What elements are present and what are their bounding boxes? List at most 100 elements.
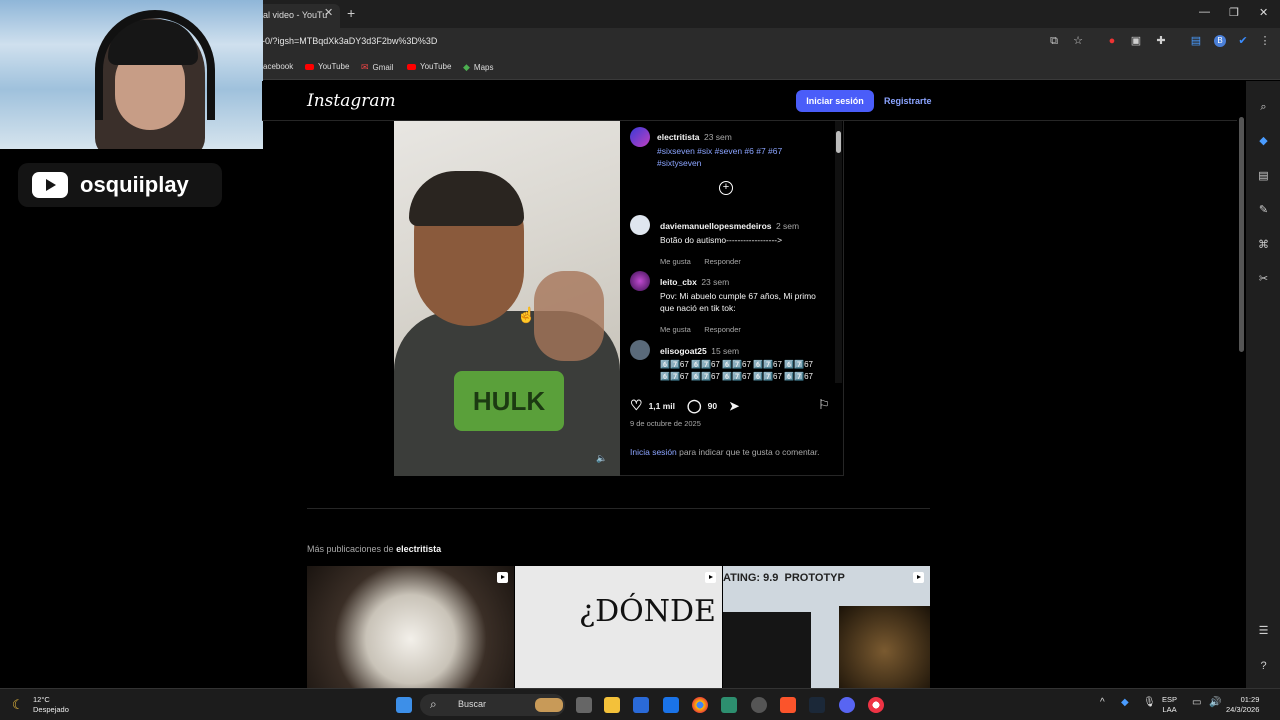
signup-button[interactable]: Registrarte <box>884 90 932 112</box>
extensions-puzzle-icon[interactable]: ✚ <box>1155 35 1167 47</box>
thumbnail-panel <box>839 606 930 688</box>
post-thumbnail[interactable]: ATING: 9.9 PROTOTYP <box>723 566 930 688</box>
comment-like-button[interactable]: Me gusta <box>660 325 691 334</box>
comment-avatar[interactable] <box>630 271 650 291</box>
minimize-icon[interactable]: — <box>1199 6 1210 18</box>
customize-icon[interactable]: ☰ <box>1257 625 1270 638</box>
likes-count[interactable]: 1,1 mil <box>649 401 675 411</box>
caption-hashtags[interactable]: #sixseven #six #seven #6 #7 #67 #sixtyse… <box>657 145 827 169</box>
clock[interactable]: 01:29 24/3/2026 <box>1226 695 1259 715</box>
bookmark-icon[interactable]: ⚐ <box>818 397 830 413</box>
moon-weather-icon: ☾ <box>12 697 24 712</box>
channel-name: osquiiplay <box>80 172 189 197</box>
outlook-icon[interactable] <box>663 697 679 713</box>
bookmark-youtube[interactable]: YouTube <box>305 62 349 71</box>
comment-text: Botão do autismo------------------> <box>660 235 783 245</box>
comment-avatar[interactable] <box>630 340 650 360</box>
comment-reply-button[interactable]: Responder <box>704 257 741 266</box>
comment-username[interactable]: elisogoat25 <box>660 346 707 356</box>
bookmark-label: acebook <box>263 62 294 71</box>
sidebar-toggle-icon[interactable]: ▤ <box>1190 35 1202 47</box>
comment-username[interactable]: daviemanuellopesmedeiros <box>660 221 772 231</box>
instagram-header: Instagram Iniciar sesión Registrarte <box>262 81 1237 121</box>
tray-chevron-icon[interactable]: ^ <box>1100 697 1105 708</box>
browser-icon[interactable] <box>868 697 884 713</box>
shield-icon[interactable]: ✔ <box>1237 35 1249 47</box>
star-icon[interactable]: ☆ <box>1072 35 1084 47</box>
search-highlight-icon[interactable] <box>535 698 563 712</box>
bookmark-maps[interactable]: ◆ Maps <box>463 62 493 73</box>
post-thumbnail[interactable] <box>307 566 514 688</box>
lang-bottom: LAA <box>1162 705 1177 714</box>
profile-avatar-icon[interactable]: B <box>1214 35 1226 47</box>
heart-icon[interactable]: ♡ <box>630 397 643 414</box>
comment-text: 6️⃣7️⃣67 6️⃣7️⃣67 6️⃣7️⃣67 6️⃣7️⃣67 6️⃣7… <box>660 360 813 381</box>
post-video[interactable]: HULK 🔈 <box>394 121 620 476</box>
author-username[interactable]: electritista <box>657 132 700 142</box>
post-date: 9 de octubre de 2025 <box>630 419 701 428</box>
volume-tray-icon[interactable]: 🔊 <box>1209 697 1221 708</box>
volume-icon[interactable]: 🔈 <box>596 453 607 464</box>
new-tab-icon[interactable]: + <box>347 5 355 21</box>
bookmark-facebook[interactable]: acebook <box>263 62 293 71</box>
tray-app-icon[interactable]: ◆ <box>1121 697 1129 708</box>
page-scrollbar-thumb[interactable] <box>1239 117 1244 352</box>
close-icon[interactable]: ✕ <box>1259 6 1268 19</box>
bookmark-label: YouTube <box>318 62 350 71</box>
start-icon[interactable] <box>396 697 412 713</box>
app-icon[interactable] <box>721 697 737 713</box>
network-icon[interactable]: ▭ <box>1192 697 1201 708</box>
weather-widget[interactable]: 12°C Despejado <box>33 695 69 715</box>
page-scrollbar[interactable] <box>1237 81 1246 688</box>
comment-icon[interactable]: ◯ <box>687 398 702 414</box>
help-icon[interactable]: ? <box>1257 660 1270 673</box>
menu-dots-icon[interactable]: ⋮ <box>1259 35 1271 47</box>
reading-icon[interactable]: ▤ <box>1257 170 1270 183</box>
close-tab-icon[interactable]: ✕ <box>324 6 333 19</box>
extension-red-icon[interactable]: ● <box>1106 35 1118 47</box>
comment-username[interactable]: leito_cbx <box>660 277 697 287</box>
search-sidebar-icon[interactable]: ⌕ <box>1257 101 1270 114</box>
games-icon[interactable]: ⌘ <box>1257 239 1270 252</box>
login-prompt: Inicia sesión para indicar que te gusta … <box>630 446 820 458</box>
author-avatar[interactable] <box>630 127 650 147</box>
notes-icon[interactable]: ✎ <box>1257 204 1270 217</box>
instagram-logo[interactable]: Instagram <box>307 91 396 111</box>
search-placeholder: Buscar <box>458 699 487 709</box>
url-field[interactable]: -0/?igsh=MTBqdXk3aDY3d3F2bw%3D%3D <box>262 36 437 46</box>
comment-reply-button[interactable]: Responder <box>704 325 741 334</box>
clock-time: 01:29 <box>1240 695 1260 704</box>
comment-avatar[interactable] <box>630 215 650 235</box>
discord-icon[interactable] <box>839 697 855 713</box>
bookmark-youtube-2[interactable]: YouTube <box>407 62 451 71</box>
comment-like-button[interactable]: Me gusta <box>660 257 691 266</box>
comments-scrollbar[interactable] <box>835 121 842 383</box>
steam-icon[interactable] <box>809 697 825 713</box>
restore-icon[interactable]: ❐ <box>1229 6 1239 19</box>
chrome-icon[interactable] <box>692 697 708 713</box>
file-explorer-icon[interactable] <box>604 697 620 713</box>
microphone-icon[interactable]: 🎙 <box>1143 697 1156 708</box>
post-thumbnail[interactable]: ¿DÓNDE <box>515 566 722 688</box>
bookmark-label: YouTube <box>420 62 452 71</box>
bookmark-gmail[interactable]: ✉ Gmail <box>361 62 393 73</box>
tools-icon[interactable]: ✂ <box>1257 273 1270 286</box>
load-more-comments-icon[interactable]: + <box>719 181 733 195</box>
login-button[interactable]: Iniciar sesión <box>796 90 874 112</box>
share-icon[interactable]: ➤ <box>729 399 739 413</box>
install-app-icon[interactable]: ⧉ <box>1048 35 1060 47</box>
task-view-icon[interactable] <box>576 697 592 713</box>
scrollbar-thumb[interactable] <box>836 131 841 153</box>
copilot-icon[interactable]: ◆ <box>1257 135 1270 148</box>
login-link[interactable]: Inicia sesión <box>630 447 677 457</box>
video-subject-hand <box>534 271 604 361</box>
extension-video-icon[interactable]: ▣ <box>1130 35 1142 47</box>
language-indicator[interactable]: ESP LAA <box>1162 695 1177 715</box>
comment-time: 15 sem <box>711 346 740 356</box>
login-prompt-text: para indicar que te gusta o comentar. <box>676 447 820 457</box>
store-icon[interactable] <box>633 697 649 713</box>
more-posts-user[interactable]: electritista <box>396 544 441 554</box>
app-icon-2[interactable] <box>751 697 767 713</box>
brave-icon[interactable] <box>780 697 796 713</box>
weather-desc: Despejado <box>33 705 69 714</box>
